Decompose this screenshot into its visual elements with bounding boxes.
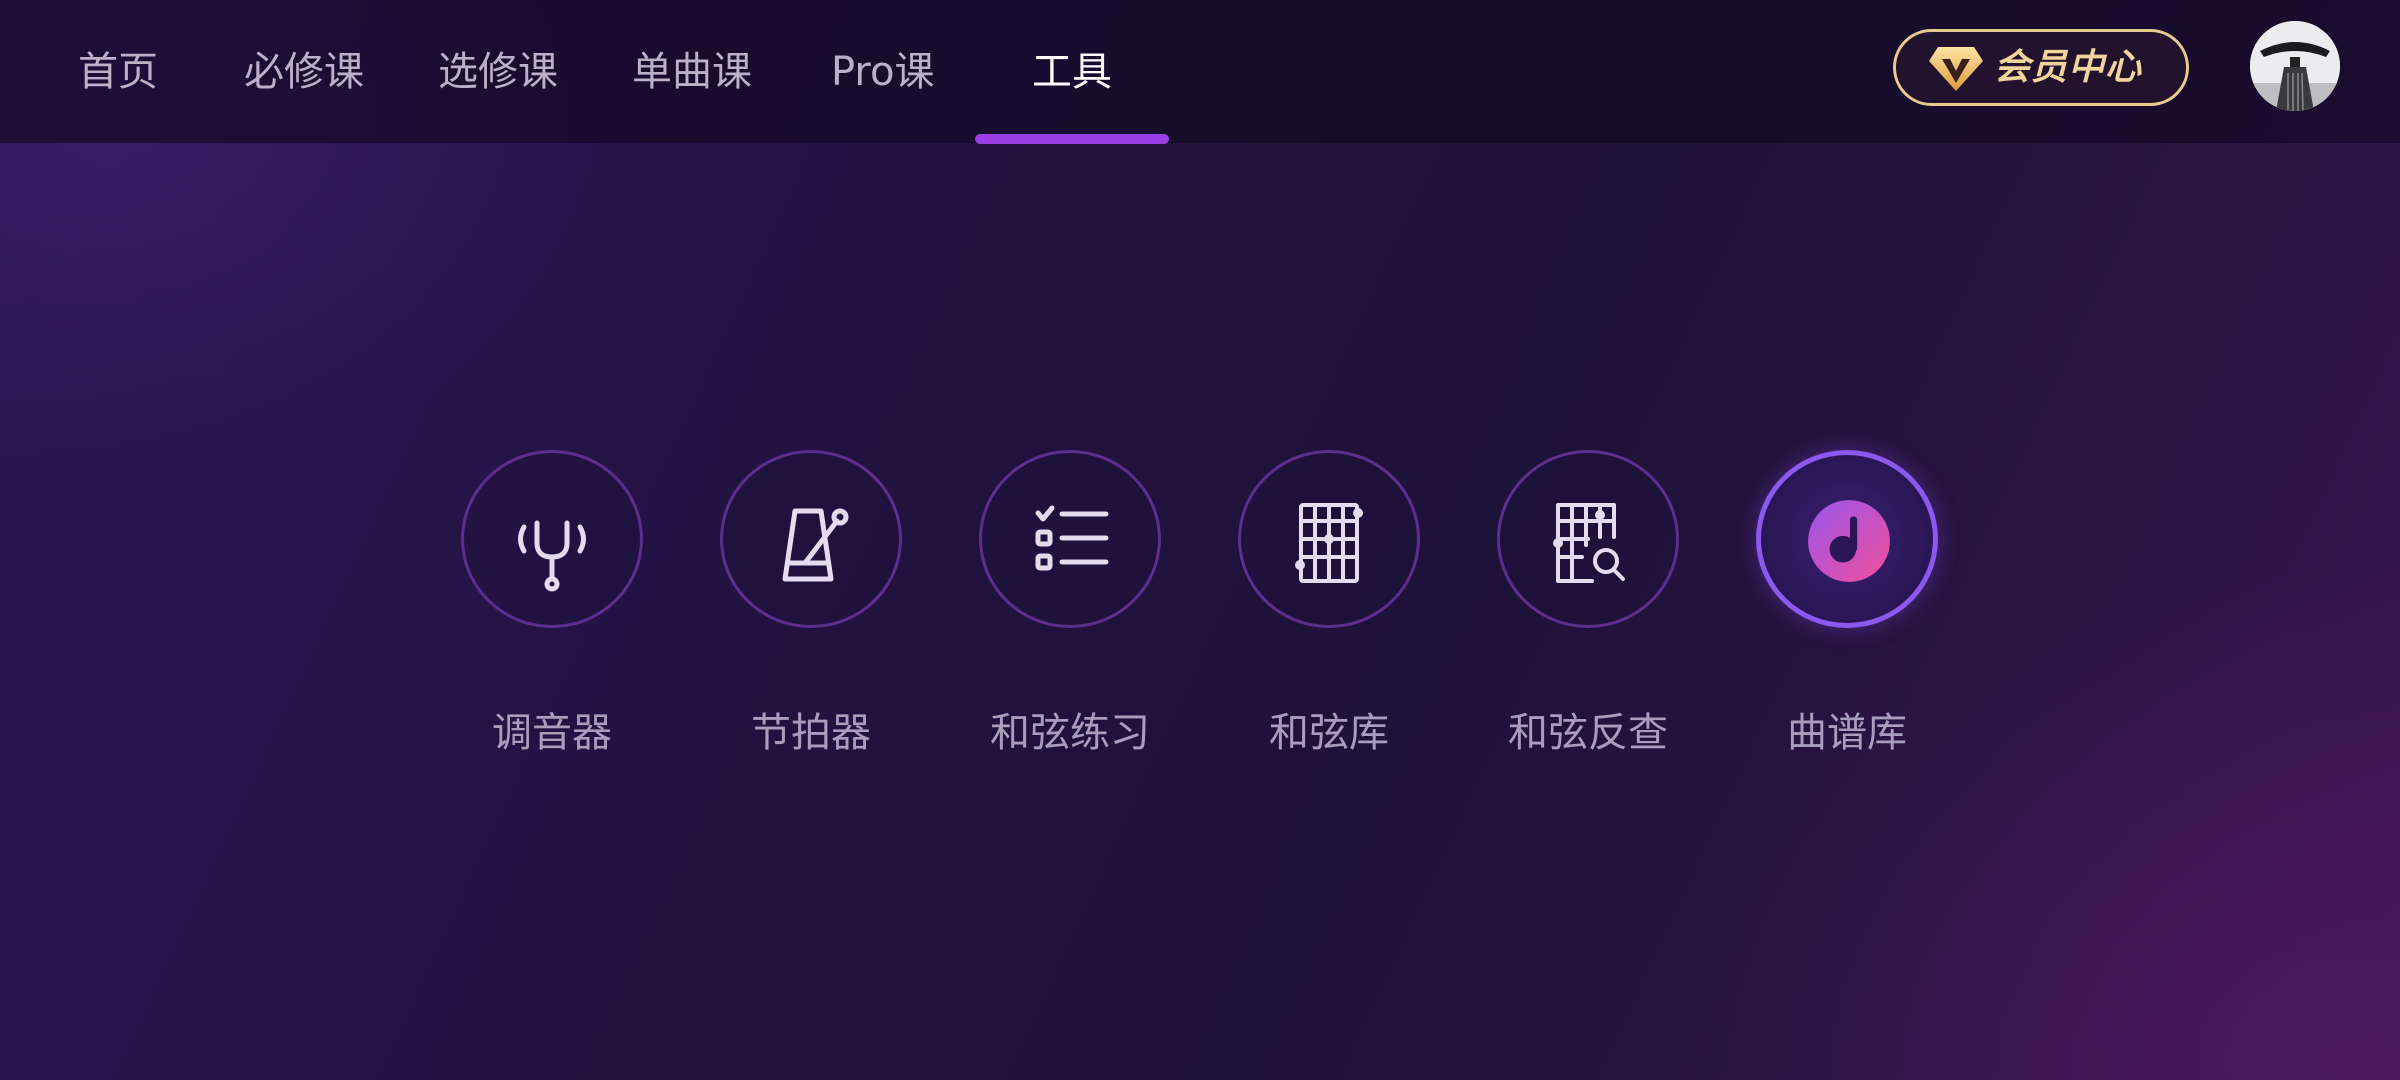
tab-required-courses[interactable]: 必修课 [244,44,364,100]
tool-chord-library-circle [1238,450,1420,628]
tab-pro-courses[interactable]: Pro课 [831,44,934,100]
tool-metronome-label: 节拍器 [751,710,871,756]
vip-center-button[interactable]: 会员中心 [1893,29,2189,106]
tool-chord-lookup-circle [1497,450,1679,628]
chord-search-icon [1553,503,1625,583]
tool-sheet-music-library-circle [1756,450,1938,628]
vip-center-label: 会员中心 [1994,47,2143,88]
avatar-image [2250,21,2340,111]
tool-chord-lookup[interactable]: 和弦反查 [1488,450,1688,770]
top-nav-bar: 首页 必修课 选修课 单曲课 Pro课 工具 会员中心 [0,0,2400,144]
tool-tuner[interactable]: 调音器 [452,450,652,770]
tab-home[interactable]: 首页 [78,44,158,100]
tool-chord-library[interactable]: 和弦库 [1229,450,1429,770]
tool-tuner-circle [461,450,643,628]
tab-single-song-courses[interactable]: 单曲课 [632,44,752,100]
tool-metronome[interactable]: 节拍器 [711,450,911,770]
tool-tuner-label: 调音器 [492,710,612,756]
chord-grid-icon [1295,503,1363,583]
metronome-icon [782,508,849,582]
user-avatar[interactable] [2250,21,2340,111]
tool-sheet-music-library-label: 曲谱库 [1787,710,1907,756]
tool-chord-practice[interactable]: 和弦练习 [970,450,1170,770]
tab-elective-courses[interactable]: 选修课 [438,44,558,100]
tool-sheet-music-library[interactable]: 曲谱库 [1747,450,1947,770]
tool-chord-practice-label: 和弦练习 [990,710,1150,756]
tool-metronome-circle [720,450,902,628]
checklist-icon [1035,505,1109,571]
tool-chord-practice-circle [979,450,1161,628]
active-tab-indicator [975,134,1169,144]
tuning-fork-icon [518,520,586,592]
music-note-disc-icon [1808,500,1890,582]
tool-chord-lookup-label: 和弦反查 [1508,710,1668,756]
vip-diamond-icon [1929,47,1983,91]
tab-tools[interactable]: 工具 [1032,44,1112,100]
tool-chord-library-label: 和弦库 [1269,710,1389,756]
